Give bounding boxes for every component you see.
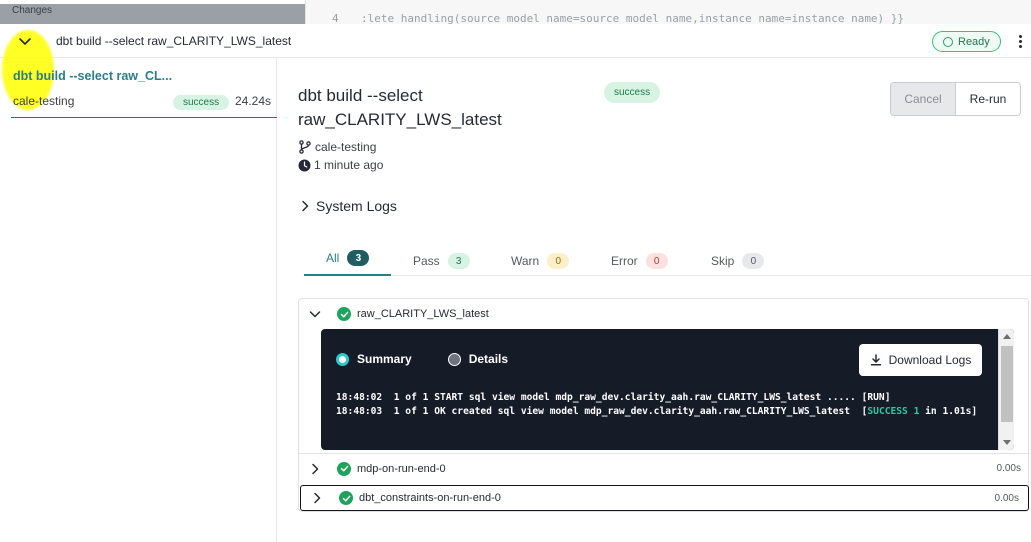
run-item-status-badge: success — [173, 95, 230, 110]
log-panel: Summary Details Download Logs 18:48:02 1… — [321, 329, 1014, 450]
clock-icon — [298, 159, 311, 171]
check-circle-icon — [339, 491, 353, 505]
summary-radio[interactable] — [336, 352, 349, 366]
tab-count: 0 — [645, 253, 668, 269]
run-title: dbt build --select raw_CLARITY_LWS_lates… — [298, 86, 502, 129]
chevron-right-icon[interactable] — [310, 491, 324, 505]
tab-label: Pass — [413, 254, 440, 268]
tab-skip[interactable]: Skip 0 — [689, 244, 786, 278]
tab-label: All — [326, 251, 340, 265]
run-item-branch: cale-testing — [13, 94, 75, 108]
step-name: raw_CLARITY_LWS_latest — [357, 308, 489, 320]
tab-count: 3 — [347, 250, 370, 266]
run-item-duration: 24.24s — [235, 94, 272, 108]
details-label[interactable]: Details — [469, 352, 508, 366]
check-circle-icon — [337, 307, 351, 321]
tab-count: 0 — [547, 253, 570, 269]
log-output: 18:48:02 1 of 1 START sql view model mdp… — [336, 391, 991, 419]
log-line-2-suffix: in 1.01s] — [919, 406, 978, 417]
code-preview: 4 :lete_handling(source_model_name=sourc… — [305, 0, 1031, 24]
log-line-2-success: SUCCESS 1 — [867, 406, 920, 417]
system-logs-label: System Logs — [316, 198, 397, 214]
git-branch-icon — [299, 140, 311, 154]
tab-label: Error — [611, 254, 638, 268]
run-time: 1 minute ago — [298, 158, 383, 172]
step-duration: 0.00s — [996, 463, 1021, 474]
download-logs-button[interactable]: Download Logs — [859, 344, 982, 376]
run-actions: Cancel Re-run — [890, 82, 1021, 116]
system-logs-toggle[interactable]: System Logs — [300, 198, 397, 214]
circle-icon — [943, 36, 953, 47]
scroll-thumb[interactable] — [1001, 346, 1013, 422]
cancel-button[interactable]: Cancel — [891, 83, 956, 115]
scroll-down-icon[interactable] — [1003, 440, 1011, 445]
download-logs-label: Download Logs — [888, 353, 972, 367]
log-line-1: 18:48:02 1 of 1 START sql view model mdp… — [336, 392, 891, 403]
tab-warn[interactable]: Warn 0 — [489, 244, 591, 278]
kebab-menu-icon[interactable] — [1013, 32, 1027, 50]
line-number: 4 — [332, 12, 339, 24]
chevron-down-icon — [19, 38, 31, 45]
step-name: dbt_constraints-on-run-end-0 — [359, 492, 501, 504]
log-line-2-prefix: 18:48:03 1 of 1 OK created sql view mode… — [336, 406, 868, 417]
step-name: mdp-on-run-end-0 — [357, 462, 446, 475]
tab-label: Warn — [511, 254, 540, 268]
run-detail: dbt build --select raw_CLARITY_LWS_lates… — [277, 58, 1031, 542]
chevron-down-icon[interactable] — [308, 307, 322, 321]
run-header: dbt build --select raw_CLARITY_LWS_lates… — [0, 24, 1031, 110]
tab-count: 0 — [742, 253, 765, 269]
run-list-sidebar: dbt build --select raw_CL... cale-testin… — [0, 58, 277, 542]
summary-label[interactable]: Summary — [357, 352, 412, 366]
log-view-toggle: Summary Details — [336, 352, 508, 366]
run-item-title: dbt build --select raw_CL... — [13, 69, 173, 83]
rerun-button[interactable]: Re-run — [956, 83, 1020, 115]
tab-count: 3 — [447, 253, 470, 269]
changes-label: Changes — [12, 5, 53, 16]
step-row[interactable]: dbt_constraints-on-run-end-0 0.00s — [300, 485, 1029, 511]
ready-label: Ready — [958, 35, 990, 48]
step-row[interactable]: mdp-on-run-end-0 0.00s — [299, 453, 1030, 483]
details-radio[interactable] — [447, 352, 461, 366]
collapse-button[interactable] — [12, 28, 38, 54]
result-tabs: All 3 Pass 3 Warn 0 Error 0 Skip 0 — [304, 236, 1031, 276]
tab-label: Skip — [711, 254, 735, 268]
chevron-right-icon[interactable] — [308, 462, 322, 476]
run-list-item[interactable]: dbt build --select raw_CL... cale-testin… — [11, 66, 277, 118]
editor-strip: Changes 4 :lete_handling(source_model_na… — [0, 0, 1031, 24]
code-line: :lete_handling(source_model_name=source_… — [361, 12, 905, 24]
scroll-up-icon[interactable] — [1003, 334, 1011, 339]
tab-error[interactable]: Error 0 — [589, 244, 690, 278]
step-duration: 0.00s — [994, 492, 1019, 504]
step-row[interactable]: raw_CLARITY_LWS_latest — [299, 299, 1030, 329]
download-icon — [870, 354, 881, 366]
run-branch: cale-testing — [298, 140, 376, 154]
run-time-label: 1 minute ago — [314, 158, 384, 172]
tab-pass[interactable]: Pass 3 — [391, 244, 492, 278]
run-branch-label: cale-testing — [315, 140, 377, 154]
header-title: dbt build --select raw_CLARITY_LWS_lates… — [56, 34, 292, 48]
ready-status-badge: Ready — [932, 31, 1001, 52]
chevron-right-icon — [302, 200, 309, 212]
step-list: raw_CLARITY_LWS_latest Summary Details D… — [298, 298, 1030, 512]
log-scrollbar[interactable] — [998, 329, 1014, 450]
check-circle-icon — [337, 461, 351, 476]
tab-all[interactable]: All 3 — [304, 242, 391, 276]
run-status-badge: success — [604, 82, 661, 103]
